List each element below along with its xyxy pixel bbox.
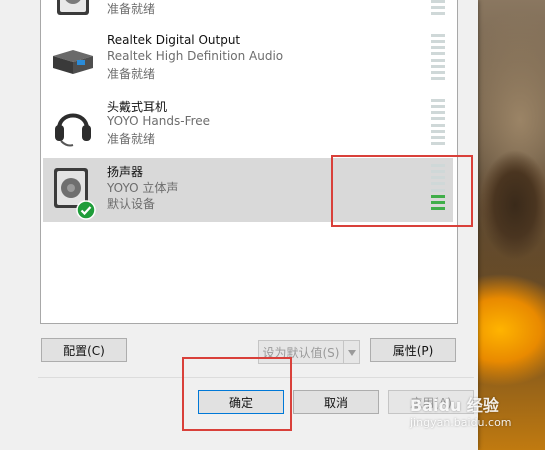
set-default-dropdown[interactable] xyxy=(343,340,360,364)
device-subtitle: Realtek High Definition Audio xyxy=(107,49,284,63)
device-status: 准备就绪 xyxy=(107,67,156,81)
device-subtitle: YOYO 立体声 xyxy=(107,181,179,195)
configure-button[interactable]: 配置(C) xyxy=(41,338,127,362)
list-item[interactable]: 头戴式耳机 YOYO Hands-Free 准备就绪 xyxy=(43,93,453,157)
watermark: Baidu 经验 jingyan.baidu.com xyxy=(410,392,540,442)
watermark-logo: Baidu 经验 xyxy=(410,396,499,415)
highlight-box-meter xyxy=(331,155,473,227)
volume-meter xyxy=(431,99,445,145)
highlight-box-ok xyxy=(182,357,292,431)
device-status: 默认设备 xyxy=(107,197,156,211)
butterfly-wallpaper xyxy=(480,150,545,260)
device-name: 头戴式耳机 xyxy=(107,100,168,114)
default-check-icon xyxy=(76,200,96,220)
watermark-url: jingyan.baidu.com xyxy=(410,416,512,429)
speaker-icon xyxy=(57,0,89,15)
digital-output-icon xyxy=(53,50,93,74)
properties-button[interactable]: 属性(P) xyxy=(370,338,456,362)
headset-icon xyxy=(55,113,91,147)
device-status: 准备就绪 xyxy=(107,132,156,146)
cancel-button[interactable]: 取消 xyxy=(293,390,379,414)
list-item[interactable]: Realtek Digital Output Realtek High Defi… xyxy=(43,28,453,92)
device-name: 扬声器 xyxy=(107,165,144,179)
device-status: 准备就绪 xyxy=(107,2,156,16)
volume-meter xyxy=(431,34,445,80)
volume-meter xyxy=(431,0,445,15)
list-item[interactable]: 准备就绪 xyxy=(43,0,453,27)
device-name: Realtek Digital Output xyxy=(107,33,241,47)
device-subtitle: YOYO Hands-Free xyxy=(107,114,211,128)
